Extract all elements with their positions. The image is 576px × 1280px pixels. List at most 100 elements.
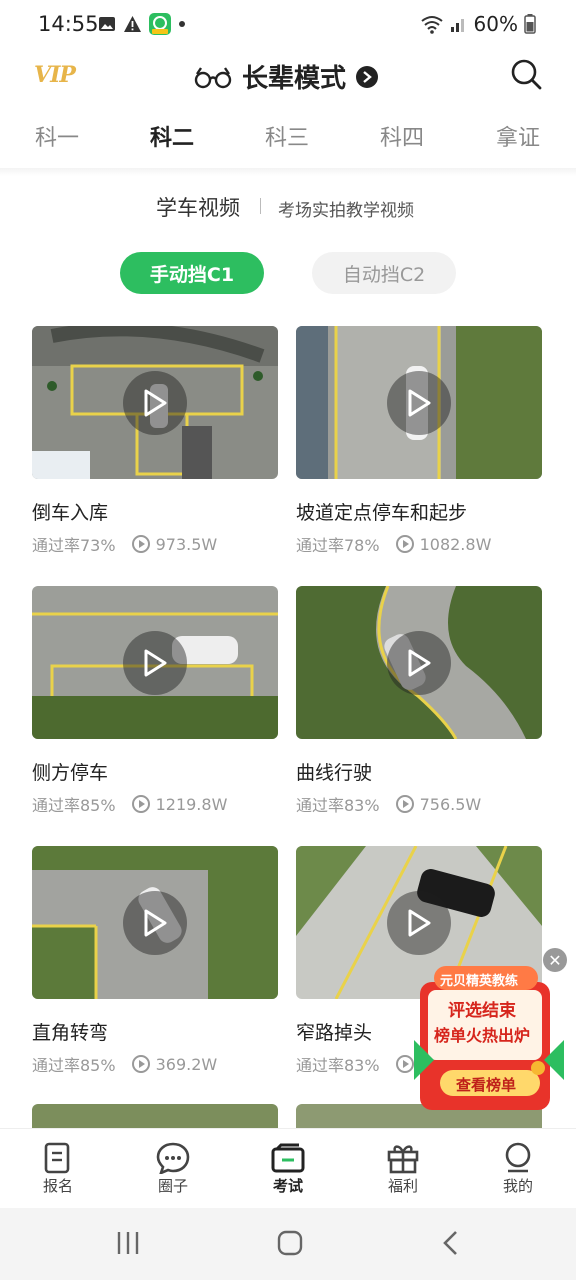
video-meta: 通过率83% 756.5W	[296, 792, 481, 816]
video-meta: 通过率73% 973.5W	[32, 532, 217, 556]
vip-badge[interactable]: VIP	[34, 62, 76, 88]
nav-community[interactable]: 圈子	[133, 1141, 213, 1196]
glasses-icon	[194, 66, 232, 88]
status-notification-icons	[98, 13, 186, 35]
nav-label: 考试	[272, 1177, 303, 1195]
nav-signup[interactable]: 报名	[18, 1141, 98, 1196]
search-icon[interactable]	[510, 58, 542, 90]
subject-tabs: 科一 科二 科三 科四 拿证	[0, 120, 576, 168]
video-thumbnail[interactable]	[32, 846, 278, 999]
video-title: 窄路掉头	[296, 1022, 373, 1044]
video-card[interactable]: 直角转弯 通过率85% 369.2W	[32, 846, 278, 1075]
auto-gear-button[interactable]: 自动挡C2	[312, 252, 456, 294]
play-icon[interactable]	[123, 891, 187, 955]
status-bar: 14:55 60%	[0, 0, 576, 48]
gift-icon	[387, 1145, 419, 1174]
back-icon[interactable]	[442, 1230, 460, 1256]
wifi-icon	[420, 16, 443, 34]
tab-subject-3[interactable]: 科三	[265, 120, 309, 152]
video-thumbnail[interactable]	[32, 326, 278, 479]
driving-app-icon	[149, 13, 171, 35]
play-icon[interactable]	[123, 371, 187, 435]
video-meta: 通过率78% 1082.8W	[296, 532, 491, 556]
play-count-icon	[131, 1055, 150, 1073]
home-icon[interactable]	[277, 1230, 303, 1256]
signup-icon	[44, 1142, 70, 1174]
system-nav-bar	[0, 1208, 576, 1280]
video-thumbnail[interactable]	[32, 1104, 278, 1128]
video-title: 坡道定点停车和起步	[296, 502, 468, 524]
video-section-header: 学车视频 考场实拍教学视频	[0, 190, 576, 222]
video-title: 倒车入库	[32, 502, 109, 524]
play-icon[interactable]	[123, 631, 187, 695]
play-icon[interactable]	[387, 631, 451, 695]
promo-banner[interactable]: 元贝精英教练 评选结束 榜单火热出炉 查看榜单	[414, 960, 564, 1114]
video-meta: 通过率83%	[296, 1052, 414, 1076]
nav-label: 我的	[502, 1177, 533, 1195]
pass-rate: 通过率83%	[296, 1056, 380, 1075]
status-right: 60%	[420, 12, 536, 36]
pass-rate: 通过率78%	[296, 536, 380, 555]
divider	[260, 198, 261, 214]
video-thumbnail[interactable]	[32, 586, 278, 739]
nav-label: 报名	[42, 1177, 73, 1195]
video-card[interactable]: 曲线行驶 通过率83% 756.5W	[296, 586, 542, 815]
elder-mode-switch[interactable]: 长辈模式	[194, 58, 379, 95]
elder-mode-title: 长辈模式	[242, 64, 347, 94]
nav-exam[interactable]: 考试	[248, 1141, 328, 1196]
play-count-icon	[395, 1055, 414, 1073]
manual-gear-button[interactable]: 手动挡C1	[120, 252, 264, 294]
battery-percent: 60%	[473, 12, 518, 36]
play-icon[interactable]	[387, 891, 451, 955]
tab-subject-2[interactable]: 科二	[150, 120, 194, 152]
status-time: 14:55	[38, 12, 99, 36]
view-count: 1082.8W	[419, 534, 492, 554]
chevron-right-icon	[356, 65, 379, 88]
section-subtitle: 考场实拍教学视频	[278, 201, 414, 221]
play-count-icon	[395, 535, 414, 553]
play-count-icon	[131, 795, 150, 813]
video-title: 直角转弯	[32, 1022, 109, 1044]
video-card[interactable]: 坡道定点停车和起步 通过率78% 1082.8W	[296, 326, 542, 555]
video-thumbnail[interactable]	[296, 326, 542, 479]
tab-license[interactable]: 拿证	[496, 120, 540, 152]
top-header: VIP 长辈模式	[0, 48, 576, 104]
view-count: 756.5W	[419, 794, 482, 814]
exam-icon	[271, 1143, 305, 1173]
tab-subject-1[interactable]: 科一	[35, 120, 79, 152]
view-count: 973.5W	[155, 534, 218, 554]
nav-profile[interactable]: 我的	[478, 1141, 558, 1196]
play-count-icon	[395, 795, 414, 813]
video-meta: 通过率85% 1219.8W	[32, 792, 227, 816]
tab-subject-4[interactable]: 科四	[380, 120, 424, 152]
view-count: 369.2W	[155, 1054, 218, 1074]
nav-label: 福利	[387, 1177, 418, 1195]
promo-button[interactable]: 查看榜单	[456, 1074, 516, 1095]
promo-line-2: 榜单火热出炉	[434, 1026, 531, 1045]
nav-benefits[interactable]: 福利	[363, 1141, 443, 1196]
nav-label: 圈子	[157, 1177, 188, 1195]
close-icon[interactable]: ✕	[543, 948, 567, 972]
video-card[interactable]: 侧方停车 通过率85% 1219.8W	[32, 586, 278, 815]
promo-line-1: 评选结束	[448, 1001, 516, 1021]
view-count: 1219.8W	[155, 794, 228, 814]
pass-rate: 通过率73%	[32, 536, 116, 555]
pass-rate: 通过率85%	[32, 796, 116, 815]
recent-apps-icon[interactable]	[116, 1230, 140, 1256]
chat-icon	[156, 1142, 190, 1174]
video-meta: 通过率85% 369.2W	[32, 1052, 217, 1076]
video-thumbnail[interactable]	[296, 586, 542, 739]
battery-icon	[524, 14, 536, 34]
signal-icon	[450, 19, 464, 32]
app-screen: 14:55 60% VIP 长辈模式 科一 科二 科三 科四 拿证 学车视频 考…	[0, 0, 576, 1280]
play-icon[interactable]	[387, 371, 451, 435]
promo-top-text: 元贝精英教练	[440, 974, 519, 989]
video-card[interactable]: 倒车入库 通过率73% 973.5W	[32, 326, 278, 555]
video-title: 曲线行驶	[296, 762, 373, 784]
pass-rate: 通过率83%	[296, 796, 380, 815]
divider	[0, 168, 576, 176]
gallery-icon	[99, 17, 115, 31]
profile-icon	[505, 1142, 531, 1173]
video-title: 侧方停车	[32, 762, 109, 784]
section-title: 学车视频	[156, 196, 240, 220]
